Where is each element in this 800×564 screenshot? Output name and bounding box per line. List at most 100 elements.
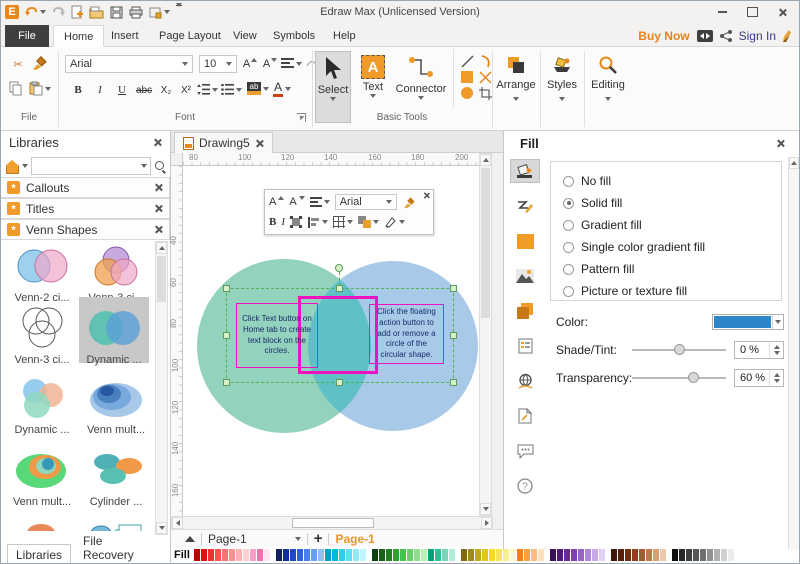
scroll-down-icon[interactable]	[480, 503, 491, 515]
grow-font-button[interactable]: A	[241, 55, 259, 73]
palette-color[interactable]	[214, 549, 221, 561]
shape-venn-3-circles-outline[interactable]: Venn-3 ci...	[7, 303, 77, 366]
grid-icon[interactable]	[333, 216, 346, 228]
palette-color[interactable]	[296, 549, 303, 561]
page-tab-active[interactable]: Page-1	[335, 532, 374, 546]
home-icon[interactable]	[5, 160, 19, 174]
shape-venn-2-circles[interactable]: Venn-2 ci...	[7, 241, 77, 304]
palette-color[interactable]	[523, 549, 530, 561]
transfer-icon[interactable]	[696, 30, 713, 42]
palette-color[interactable]	[345, 549, 352, 561]
close-library-icon[interactable]	[154, 183, 163, 192]
font-size-combo[interactable]: 10	[199, 55, 237, 73]
palette-color[interactable]	[324, 549, 331, 561]
editing-dropdown-icon[interactable]	[605, 97, 611, 101]
palette-color[interactable]	[509, 549, 516, 561]
palette-color[interactable]	[275, 549, 282, 561]
save-button[interactable]	[110, 6, 123, 19]
palette-color[interactable]	[242, 549, 249, 561]
redo-button[interactable]	[52, 6, 65, 18]
palette-color[interactable]	[652, 549, 659, 561]
palette-color[interactable]	[434, 549, 441, 561]
palette-color[interactable]	[570, 549, 577, 561]
palette-color[interactable]	[598, 549, 605, 561]
font-color-button[interactable]: A	[273, 81, 292, 97]
selection-handle[interactable]	[450, 285, 457, 292]
snapshot-dropdown-icon[interactable]	[164, 10, 170, 14]
styles-button[interactable]: Styles	[541, 79, 583, 91]
copy-icon[interactable]	[9, 81, 23, 99]
close-button[interactable]	[767, 1, 797, 23]
palette-color[interactable]	[303, 549, 310, 561]
rotation-handle[interactable]	[335, 264, 343, 272]
palette-color[interactable]	[502, 549, 509, 561]
format-painter-icon[interactable]	[31, 55, 47, 74]
note-icon[interactable]	[510, 334, 540, 358]
page-dropdown[interactable]: Page-1	[208, 532, 247, 546]
palette-color[interactable]	[671, 549, 678, 561]
palette-color[interactable]	[228, 549, 235, 561]
spin-up-icon[interactable]	[773, 373, 780, 377]
subscript-button[interactable]: X₂	[157, 81, 175, 99]
transparency-spinner[interactable]: 60 %	[734, 369, 784, 387]
palette-color[interactable]	[289, 549, 296, 561]
scroll-up-icon[interactable]	[480, 154, 491, 166]
tab-help[interactable]: Help	[323, 25, 366, 47]
shape-dynamic-venn-multi[interactable]: Dynamic ...	[7, 373, 77, 436]
palette-color[interactable]	[495, 549, 502, 561]
panel-scrollbar[interactable]	[788, 157, 799, 549]
spin-up-icon[interactable]	[773, 345, 780, 349]
palette-color[interactable]	[221, 549, 228, 561]
snapshot-button[interactable]	[149, 6, 170, 19]
palette-color[interactable]	[448, 549, 455, 561]
document-tab-drawing5[interactable]: Drawing5	[174, 132, 273, 153]
close-library-icon[interactable]	[154, 204, 163, 213]
scrollbar-thumb[interactable]	[292, 518, 374, 528]
font-family-combo[interactable]: Arial	[334, 194, 397, 210]
option-gradient-fill[interactable]: Gradient fill	[563, 214, 781, 236]
palette-color[interactable]	[378, 549, 385, 561]
edraw-logo-icon[interactable]: E	[5, 5, 19, 19]
palette-color[interactable]	[235, 549, 242, 561]
shade-tint-spinner[interactable]: 0 %	[734, 341, 784, 359]
font-family-combo[interactable]: Arial	[65, 55, 193, 73]
select-shape-icon[interactable]	[290, 216, 303, 228]
editing-button[interactable]: Editing	[585, 79, 631, 91]
styles-dropdown-icon[interactable]	[559, 97, 565, 101]
align-objects-icon[interactable]	[308, 216, 320, 228]
palette-color[interactable]	[371, 549, 378, 561]
shape-venn-3-circles-color[interactable]: Venn-3 ci...	[81, 241, 151, 304]
scroll-left-icon[interactable]	[172, 517, 183, 529]
venn-right-text-box[interactable]: Click the floating action button to add …	[369, 304, 444, 364]
fill-style-icon[interactable]	[384, 216, 397, 228]
palette-color[interactable]	[624, 549, 631, 561]
bottom-tab-libraries[interactable]: Libraries	[7, 544, 72, 563]
bold-button[interactable]: B	[269, 216, 276, 228]
palette-color[interactable]	[488, 549, 495, 561]
selection-handle[interactable]	[336, 285, 343, 292]
selection-handle[interactable]	[223, 332, 230, 339]
palette-color[interactable]	[338, 549, 345, 561]
new-file-button[interactable]	[71, 5, 83, 19]
bottom-tab-file-recovery[interactable]: File Recovery	[75, 531, 164, 563]
print-button[interactable]	[129, 6, 143, 19]
palette-color[interactable]	[549, 549, 556, 561]
palette-color[interactable]	[617, 549, 624, 561]
selection-handle[interactable]	[450, 379, 457, 386]
sign-in-link[interactable]: Sign In	[739, 29, 776, 43]
palette-color[interactable]	[263, 549, 270, 561]
strikethrough-button[interactable]: abc	[135, 81, 153, 99]
cut-icon[interactable]: ✂	[9, 55, 27, 73]
palette-color[interactable]	[399, 549, 406, 561]
fill-tool-icon[interactable]	[510, 159, 540, 183]
venn-left-text-box[interactable]: Click Text button on Home tab to create …	[236, 303, 318, 368]
canvas-vertical-scrollbar[interactable]	[479, 153, 492, 516]
bring-forward-icon[interactable]	[358, 216, 372, 228]
palette-color[interactable]	[610, 549, 617, 561]
palette-color[interactable]	[249, 549, 256, 561]
grow-font-button[interactable]: A	[269, 196, 276, 208]
palette-color[interactable]	[659, 549, 666, 561]
palette-color[interactable]	[713, 549, 720, 561]
shrink-font-button[interactable]: A	[261, 55, 279, 73]
font-dialog-launcher[interactable]	[297, 113, 306, 122]
